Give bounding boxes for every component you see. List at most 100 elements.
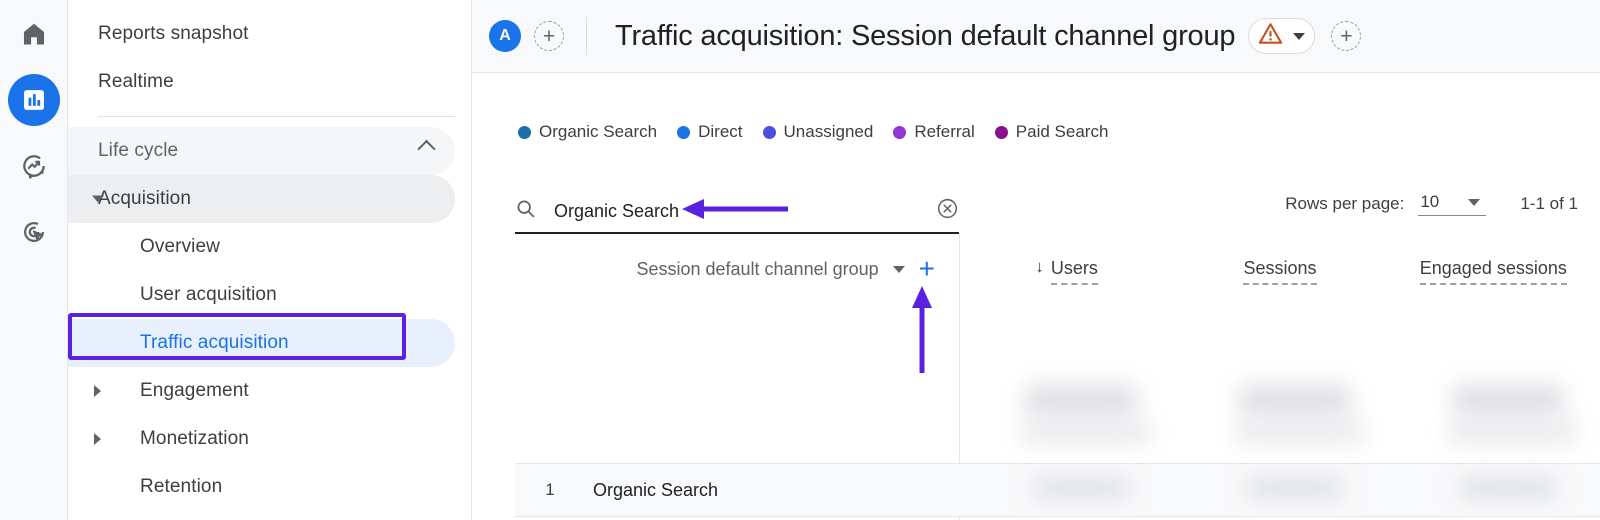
- sidebar-group-life-cycle[interactable]: Life cycle: [68, 127, 455, 175]
- caret-down-icon: [92, 195, 104, 203]
- legend-label: Referral: [914, 122, 975, 141]
- table-row-divider: [515, 516, 1600, 517]
- row-cell-engaged-sessions: [1387, 464, 1600, 516]
- plus-icon: +: [1340, 24, 1353, 48]
- redacted-value: [1451, 385, 1564, 415]
- chart-legend: Organic Search Direct Unassigned Referra…: [518, 122, 1108, 142]
- redacted-subvalue: [1021, 419, 1152, 445]
- rows-per-page-label: Rows per page:: [1285, 194, 1405, 213]
- metric-header-users[interactable]: ↓ Users: [960, 235, 1173, 335]
- home-icon: [20, 20, 48, 48]
- row-cell-users: [960, 464, 1173, 516]
- redacted-value: [1033, 477, 1130, 499]
- search-icon: [515, 198, 536, 224]
- chevron-down-icon[interactable]: [892, 265, 905, 273]
- reports-bar-chart-icon: [20, 86, 48, 114]
- metric-header-label: Users: [1050, 255, 1098, 286]
- topbar-divider: [586, 17, 587, 55]
- ga4-traffic-acquisition-screen: Reports snapshot Realtime Life cycle Acq…: [0, 0, 1600, 520]
- sidebar-item-label: User acquisition: [140, 284, 277, 305]
- table-row[interactable]: 1 Organic Search: [515, 464, 1600, 516]
- add-report-button[interactable]: +: [1331, 21, 1362, 51]
- sidebar-item-engagement[interactable]: Engagement: [68, 367, 455, 415]
- sidebar-item-reports-snapshot[interactable]: Reports snapshot: [68, 10, 455, 58]
- totals-cell-sessions: [1173, 375, 1386, 465]
- legend-color-dot: [893, 125, 907, 139]
- legend-color-dot: [994, 125, 1008, 139]
- sidebar-item-label: Life cycle: [98, 140, 179, 161]
- rail-item-reports[interactable]: [8, 74, 60, 126]
- sidebar-item-label: Monetization: [140, 428, 249, 449]
- sidebar-item-retention[interactable]: Retention: [68, 463, 455, 511]
- page-title: Traffic acquisition: Session default cha…: [615, 19, 1236, 52]
- legend-label: Paid Search: [1015, 122, 1109, 141]
- sidebar-item-user-acquisition[interactable]: User acquisition: [68, 271, 455, 319]
- legend-color-dot: [677, 125, 691, 139]
- metric-header-label: Engaged sessions: [1419, 255, 1567, 286]
- rail-item-explore[interactable]: [8, 140, 60, 192]
- chevron-down-icon: [1293, 32, 1306, 40]
- metric-header-row: ↓ Users Sessions Engaged sessions: [960, 235, 1600, 335]
- legend-item-unassigned[interactable]: Unassigned: [762, 122, 874, 142]
- redacted-subvalue: [1447, 419, 1578, 445]
- sidebar-item-monetization[interactable]: Monetization: [68, 415, 455, 463]
- table-search-field[interactable]: Organic Search: [515, 190, 959, 234]
- sidebar-item-realtime[interactable]: Realtime: [68, 58, 455, 106]
- row-cell-sessions: [1173, 464, 1386, 516]
- caret-right-icon: [94, 433, 101, 445]
- rail-item-home[interactable]: [8, 8, 60, 60]
- redacted-value: [1025, 385, 1138, 415]
- sidebar-item-label: Realtime: [98, 71, 174, 92]
- icon-rail: [0, 0, 68, 520]
- totals-row: [960, 375, 1600, 465]
- metric-header-engaged-sessions[interactable]: Engaged sessions: [1387, 235, 1600, 335]
- metric-header-sessions[interactable]: Sessions: [1173, 235, 1386, 335]
- rows-per-page-select[interactable]: 10: [1418, 192, 1487, 216]
- legend-item-organic-search[interactable]: Organic Search: [518, 122, 657, 142]
- sidebar-item-label: Retention: [140, 476, 223, 497]
- sidebar-divider: [98, 116, 455, 117]
- legend-item-paid-search[interactable]: Paid Search: [994, 122, 1109, 142]
- chevron-up-icon: [417, 139, 436, 159]
- data-warning-badge[interactable]: [1248, 18, 1316, 54]
- main-content: A + Traffic acquisition: Session default…: [472, 0, 1600, 520]
- rows-per-page-value: 10: [1420, 192, 1440, 211]
- legend-item-direct[interactable]: Direct: [677, 122, 743, 142]
- redacted-value: [1459, 477, 1556, 499]
- row-dimension-value[interactable]: Organic Search: [593, 480, 718, 501]
- legend-label: Unassigned: [783, 122, 874, 141]
- sidebar-item-label: Engagement: [140, 380, 249, 401]
- sidebar-item-label: Overview: [140, 236, 220, 257]
- chevron-down-icon: [1468, 198, 1481, 206]
- sidebar-item-overview[interactable]: Overview: [68, 223, 455, 271]
- clear-search-icon[interactable]: [936, 197, 959, 225]
- totals-cell-engaged-sessions: [1387, 375, 1600, 465]
- add-comparison-button[interactable]: +: [534, 21, 564, 51]
- avatar[interactable]: A: [489, 20, 521, 52]
- sort-descending-icon: ↓: [1035, 257, 1044, 276]
- rail-item-advertising[interactable]: [8, 206, 60, 258]
- row-index: 1: [545, 480, 555, 499]
- redacted-subvalue: [1234, 419, 1365, 445]
- caret-right-icon: [94, 385, 101, 397]
- pagination-range: 1-1 of 1: [1520, 194, 1578, 213]
- metric-header-label: Sessions: [1243, 255, 1317, 286]
- dimension-header: Session default channel group +: [515, 235, 959, 303]
- report-topbar: A + Traffic acquisition: Session default…: [472, 0, 1600, 73]
- sidebar-item-acquisition[interactable]: Acquisition: [68, 175, 455, 223]
- legend-color-dot: [762, 125, 776, 139]
- report-navigation-sidebar: Reports snapshot Realtime Life cycle Acq…: [68, 0, 472, 520]
- search-input-value[interactable]: Organic Search: [554, 201, 936, 222]
- redacted-value: [1238, 385, 1351, 415]
- sidebar-item-traffic-acquisition[interactable]: Traffic acquisition: [68, 319, 455, 367]
- totals-cell-users: [960, 375, 1173, 465]
- legend-item-referral[interactable]: Referral: [893, 122, 975, 142]
- report-table: Session default channel group + ↓ Users …: [515, 235, 1600, 520]
- sidebar-item-label: Reports snapshot: [98, 23, 249, 44]
- explore-trend-icon: [20, 152, 48, 180]
- add-dimension-button[interactable]: +: [919, 255, 935, 283]
- sidebar-item-label: Acquisition: [98, 188, 191, 209]
- sidebar-item-label: Traffic acquisition: [140, 332, 289, 353]
- advertising-target-icon: [20, 218, 48, 246]
- plus-icon: +: [542, 24, 556, 48]
